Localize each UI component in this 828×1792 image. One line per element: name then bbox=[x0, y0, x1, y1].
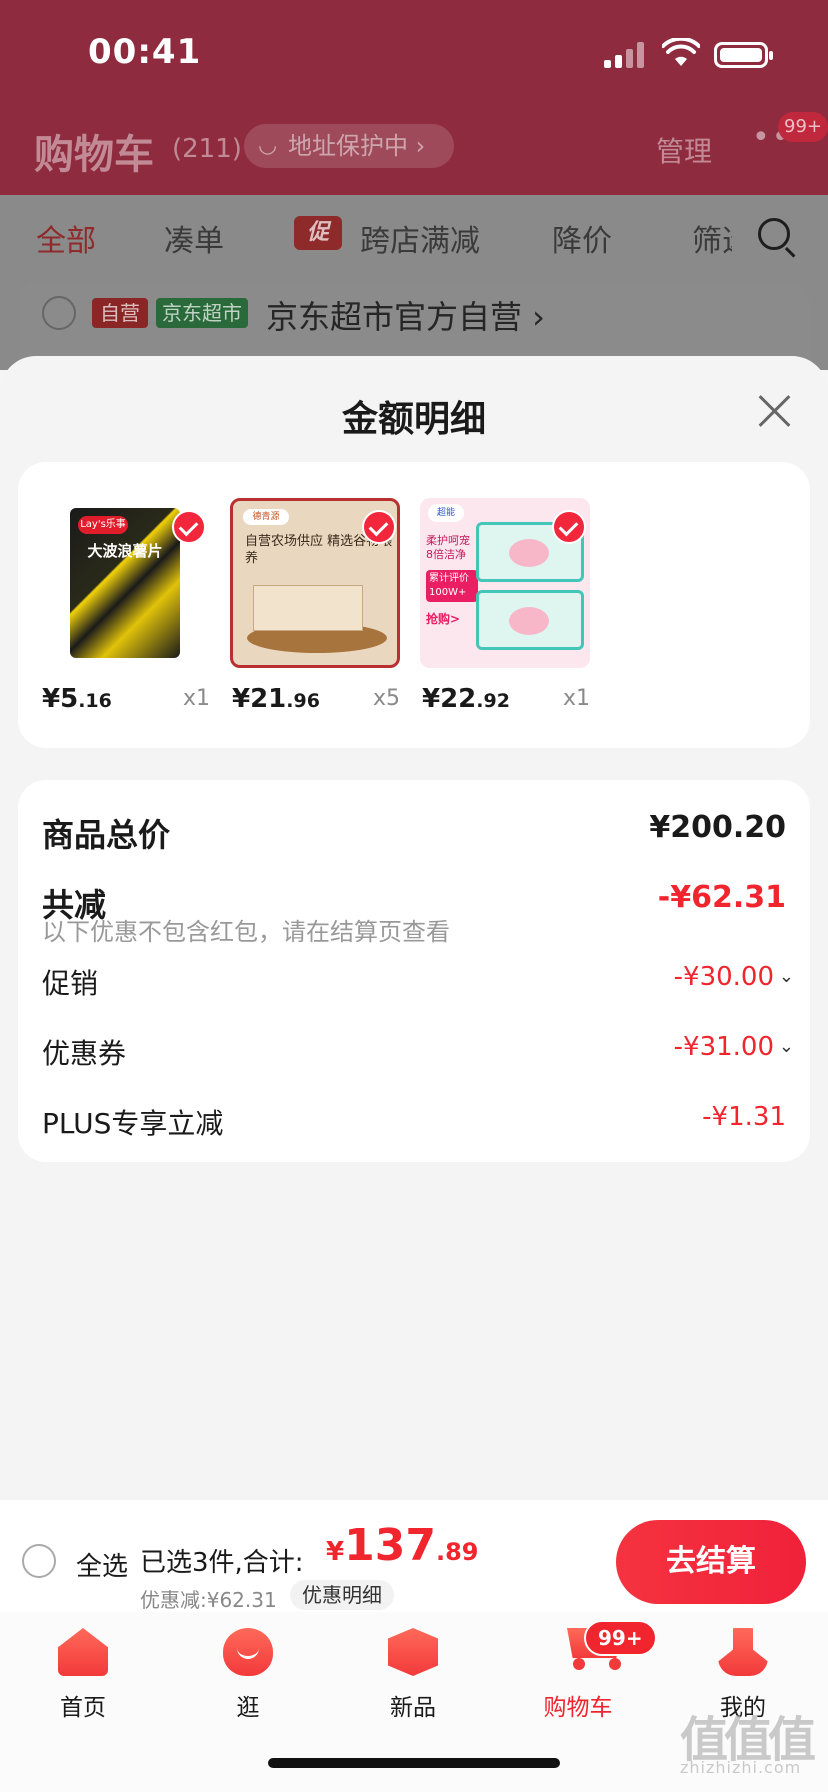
promo-tag: 促 bbox=[294, 216, 342, 250]
chips-bag-image: Lay's乐事 大波浪薯片 bbox=[70, 508, 180, 658]
product-price: ¥21.96 bbox=[232, 684, 320, 714]
product-item[interactable]: 德青源 自营农场供应 精选谷物喂养 ¥21.96 x5 bbox=[230, 498, 400, 718]
close-icon[interactable] bbox=[754, 390, 796, 432]
brand-label: Lay's乐事 bbox=[78, 516, 128, 534]
tab-bundle[interactable]: 凑单 bbox=[164, 216, 224, 260]
manage-button[interactable]: 管理 bbox=[656, 130, 712, 170]
promo-label: 促销 bbox=[42, 967, 99, 1000]
tab-cart-label: 购物车 bbox=[543, 1695, 613, 1721]
brand-label: 德青源 bbox=[243, 509, 289, 525]
tab-all[interactable]: 全部 bbox=[36, 216, 96, 260]
checked-icon bbox=[552, 510, 586, 544]
select-all-label[interactable]: 全选 bbox=[76, 1546, 128, 1583]
product-card: Lay's乐事 大波浪薯片 ¥5.16 x1 德青源 自营农场供应 精选谷物喂养… bbox=[18, 462, 810, 748]
checkout-bar: 全选 已选3件,合计: ¥137.89 优惠减:¥62.31 优惠明细 去结算 bbox=[0, 1500, 828, 1612]
coupon-row[interactable]: 优惠券 -¥31.00 ⌄ bbox=[42, 1032, 794, 1072]
smile-icon: ◡ bbox=[258, 133, 278, 158]
store-name[interactable]: 京东超市官方自营 › bbox=[266, 292, 545, 338]
cart-title: 购物车 bbox=[34, 132, 154, 178]
tab-new-label: 新品 bbox=[390, 1695, 436, 1721]
watermark: 值值值 zhizhizhi.com bbox=[680, 1700, 820, 1790]
filter-tabs: 全部 凑单 促 跨店满减 降价 筛选 bbox=[0, 212, 828, 262]
status-time: 00:41 bbox=[88, 32, 202, 72]
plus-label: PLUS专享立减 bbox=[42, 1107, 224, 1140]
chevron-down-icon: ⌄ bbox=[778, 1036, 794, 1057]
search-icon[interactable] bbox=[758, 218, 790, 250]
tab-guang[interactable]: 逛 bbox=[193, 1628, 303, 1721]
jd-market-tag: 京东超市 bbox=[156, 298, 248, 328]
checked-icon bbox=[172, 510, 206, 544]
product-qty: x5 bbox=[372, 686, 400, 711]
tab-price-drop[interactable]: 降价 bbox=[552, 216, 612, 260]
buy-text-on-image: 抢购> bbox=[426, 612, 461, 626]
egg-box-image bbox=[253, 585, 363, 631]
plus-row: PLUS专享立减 -¥1.31 bbox=[42, 1102, 786, 1142]
amount-detail-sheet: 金额明细 Lay's乐事 大波浪薯片 ¥5.16 x1 德青源 自营农场供应 精… bbox=[0, 356, 828, 1500]
tab-home[interactable]: 首页 bbox=[28, 1628, 138, 1721]
explore-icon bbox=[223, 1628, 273, 1676]
product-item[interactable]: Lay's乐事 大波浪薯片 ¥5.16 x1 bbox=[40, 498, 210, 718]
promo-row[interactable]: 促销 -¥30.00 ⌄ bbox=[42, 962, 794, 1002]
tab-home-label: 首页 bbox=[60, 1695, 106, 1721]
product-name-on-image: 大波浪薯片 bbox=[87, 542, 163, 560]
sheet-title: 金额明细 bbox=[341, 399, 486, 440]
selected-summary: 已选3件,合计: bbox=[140, 1548, 304, 1578]
new-product-icon bbox=[388, 1628, 438, 1676]
address-protect-pill[interactable]: ◡ 地址保护中 › bbox=[244, 124, 454, 168]
tab-guang-label: 逛 bbox=[236, 1695, 260, 1721]
plus-value: -¥1.31 bbox=[702, 1102, 786, 1132]
promo-value: -¥30.00 bbox=[673, 962, 774, 992]
address-protect-label: 地址保护中 › bbox=[288, 132, 426, 160]
checked-icon bbox=[362, 510, 396, 544]
home-indicator bbox=[268, 1758, 560, 1768]
tab-filter[interactable]: 筛选 bbox=[692, 216, 732, 260]
product-price: ¥22.92 bbox=[422, 684, 510, 714]
wifi-icon bbox=[662, 38, 700, 66]
brand-label: 超能 bbox=[428, 504, 464, 522]
checkout-total: ¥137.89 bbox=[326, 1520, 479, 1571]
checkout-button[interactable]: 去结算 bbox=[616, 1520, 806, 1604]
store-row: 自营 京东超市 京东超市官方自营 › bbox=[18, 282, 810, 366]
home-icon bbox=[58, 1628, 108, 1676]
chevron-down-icon: ⌄ bbox=[778, 966, 794, 987]
cart-count-badge: 99+ bbox=[584, 1620, 657, 1656]
product-text-on-image: 柔护呵宠 8倍洁净 bbox=[426, 534, 470, 561]
review-badge-on-image: 累计评价 100W+ bbox=[426, 570, 478, 602]
detergent-tub-image bbox=[476, 590, 584, 650]
status-bar: 00:41 bbox=[0, 0, 828, 100]
total-value: ¥200.20 bbox=[649, 810, 786, 845]
product-qty: x1 bbox=[562, 686, 590, 711]
battery-icon bbox=[714, 42, 773, 68]
cart-header: 购物车 (211) ◡ 地址保护中 › 管理 ••• 99+ bbox=[0, 112, 828, 178]
tab-cross-store[interactable]: 跨店满减 bbox=[360, 216, 480, 260]
total-label: 商品总价 bbox=[42, 816, 171, 854]
discount-hint: 以下优惠不包含红包，请在结算页查看 bbox=[42, 918, 450, 946]
select-all-radio[interactable] bbox=[22, 1544, 56, 1578]
product-qty: x1 bbox=[182, 686, 210, 711]
tab-new[interactable]: 新品 bbox=[358, 1628, 468, 1721]
watermark-url: zhizhizhi.com bbox=[680, 1758, 802, 1777]
person-icon bbox=[718, 1628, 768, 1676]
coupon-value: -¥31.00 bbox=[673, 1032, 774, 1062]
checkout-discount: 优惠减:¥62.31 bbox=[140, 1588, 277, 1612]
coupon-label: 优惠券 bbox=[42, 1037, 127, 1070]
cellular-signal-icon bbox=[604, 42, 648, 68]
product-price: ¥5.16 bbox=[42, 684, 112, 714]
reduce-value: -¥62.31 bbox=[657, 880, 786, 915]
self-operated-tag: 自营 bbox=[92, 298, 148, 328]
store-select-radio[interactable] bbox=[42, 296, 76, 330]
cart-count: (211) bbox=[172, 134, 242, 164]
discount-detail-link[interactable]: 优惠明细 bbox=[290, 1580, 394, 1610]
product-item[interactable]: 超能 柔护呵宠 8倍洁净 累计评价 100W+ 抢购> ¥22.92 x1 bbox=[420, 498, 590, 718]
price-summary-card: 商品总价 ¥200.20 共减 -¥62.31 以下优惠不包含红包，请在结算页查… bbox=[18, 780, 810, 1162]
more-badge: 99+ bbox=[778, 112, 828, 142]
